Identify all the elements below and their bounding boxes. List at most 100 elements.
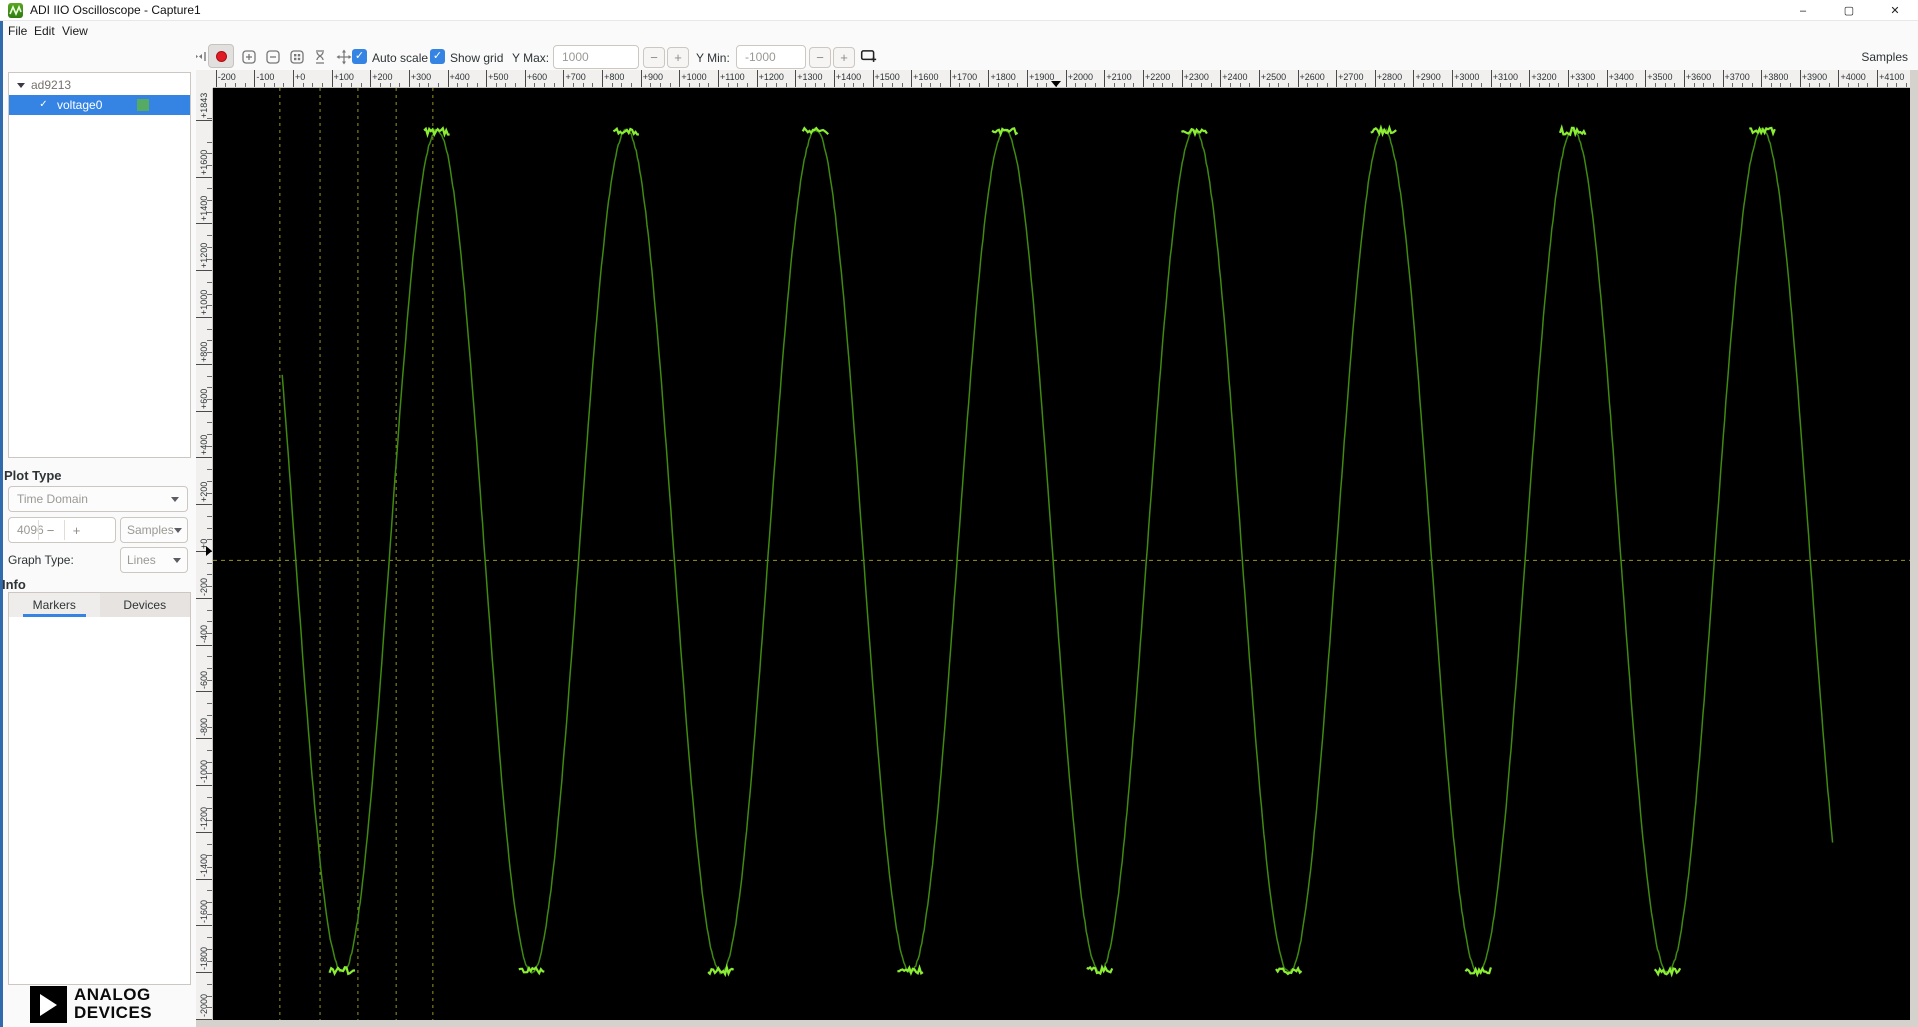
record-button[interactable]: [208, 44, 234, 68]
info-tabs: Markers Devices: [8, 592, 191, 618]
x-axis-minor-tick: [1278, 83, 1280, 87]
y-min-input[interactable]: -1000: [736, 45, 806, 69]
y-min-increment-button[interactable]: +: [833, 47, 855, 68]
title-bar: ADI IIO Oscilloscope - Capture1 – ▢ ✕: [0, 0, 1918, 21]
x-axis-minor-tick: [1519, 83, 1521, 87]
x-axis-minor-tick: [1442, 83, 1444, 87]
chevron-down-icon: [173, 527, 182, 533]
plot-canvas[interactable]: [213, 88, 1910, 1020]
y-axis-minor-tick: [207, 515, 212, 517]
x-axis-tick: [215, 70, 217, 87]
plot-type-value: Time Domain: [17, 492, 88, 506]
x-axis-tick: [1142, 70, 1144, 87]
x-axis-tick-label: +300: [410, 72, 432, 82]
y-max-input[interactable]: 1000: [553, 45, 639, 69]
sample-count-decrement-button[interactable]: −: [38, 520, 62, 540]
menu-file[interactable]: File: [8, 24, 27, 38]
y-axis-minor-tick: [207, 562, 212, 564]
y-axis-minor-tick: [207, 574, 212, 576]
wait-icon[interactable]: [311, 48, 328, 65]
x-axis-tick-label: +1700: [951, 72, 978, 82]
x-axis-minor-tick: [389, 83, 391, 87]
device-row[interactable]: ad9213: [9, 76, 190, 95]
sample-count-increment-button[interactable]: +: [64, 520, 88, 540]
x-axis-minor-tick: [1307, 83, 1309, 87]
menu-view[interactable]: View: [62, 24, 88, 38]
x-axis-minor-tick: [379, 83, 381, 87]
y-axis-minor-tick: [207, 422, 212, 424]
x-axis-minor-tick: [1017, 83, 1019, 87]
x-axis-tick-label: -100: [256, 72, 275, 82]
y-max-increment-button[interactable]: +: [667, 47, 689, 68]
move-icon[interactable]: [335, 48, 352, 65]
y-axis-minor-tick: [207, 469, 212, 471]
y-axis-minor-tick: [207, 749, 212, 751]
y-axis-tick: [196, 223, 212, 225]
y-axis-minor-tick: [207, 960, 212, 962]
y-axis-minor-tick: [207, 668, 212, 669]
x-axis-minor-tick: [1036, 83, 1038, 87]
tab-markers[interactable]: Markers: [9, 593, 100, 617]
y-axis-tick: [196, 738, 212, 740]
x-ruler-pointer-icon: [1051, 81, 1062, 87]
x-axis-minor-tick: [1123, 83, 1125, 87]
channel-color-swatch[interactable]: [137, 99, 149, 111]
x-axis-tick: [293, 70, 294, 87]
x-axis-tick: [1220, 70, 1222, 87]
x-axis-minor-tick: [746, 83, 748, 87]
menu-edit[interactable]: Edit: [34, 24, 55, 38]
close-button[interactable]: ✕: [1872, 0, 1918, 21]
x-axis-minor-tick: [399, 83, 401, 87]
x-axis-tick-label: +1300: [797, 72, 823, 82]
y-axis-minor-tick: [207, 913, 212, 915]
close-icon: ✕: [1890, 5, 1900, 17]
y-axis-minor-tick: [207, 621, 212, 623]
x-axis-minor-tick: [1191, 83, 1193, 87]
y-axis-minor-tick: [207, 890, 212, 892]
channel-checkbox[interactable]: ✓: [37, 98, 50, 111]
vertical-scrollbar[interactable]: [1910, 70, 1918, 1027]
channel-row-voltage0[interactable]: ✓ voltage0: [9, 95, 190, 115]
horizontal-scrollbar[interactable]: [196, 1020, 1910, 1027]
y-axis-minor-tick: [207, 352, 212, 354]
y-max-decrement-button[interactable]: −: [643, 47, 665, 68]
sample-count-input[interactable]: 4096 − +: [8, 517, 116, 543]
y-axis-minor-tick: [207, 796, 212, 798]
y-axis-minor-tick: [207, 679, 212, 681]
y-axis-minor-tick: [207, 328, 212, 330]
maximize-button[interactable]: ▢: [1826, 0, 1872, 21]
tab-devices[interactable]: Devices: [100, 593, 191, 617]
x-axis-minor-tick: [1287, 83, 1289, 87]
x-axis-minor-tick: [1500, 83, 1502, 87]
x-axis-minor-tick: [1510, 83, 1512, 87]
plot-type-dropdown[interactable]: Time Domain: [8, 486, 188, 512]
analog-devices-wordmark: ANALOG DEVICES: [74, 986, 152, 1022]
minimize-button[interactable]: –: [1780, 0, 1826, 21]
sample-unit-dropdown[interactable]: Samples: [120, 517, 188, 543]
y-axis-minor-tick: [207, 1007, 212, 1009]
x-axis-tick: [640, 70, 642, 87]
x-axis-minor-tick: [901, 83, 903, 87]
x-axis-minor-tick: [302, 83, 304, 87]
x-axis-tick-label: +1100: [719, 72, 745, 82]
expander-icon[interactable]: [17, 83, 25, 88]
auto-scale-label: Auto scale: [372, 51, 429, 65]
graph-type-dropdown[interactable]: Lines: [120, 547, 188, 573]
zoom-in-icon[interactable]: [240, 48, 257, 65]
zoom-out-icon[interactable]: [264, 48, 281, 65]
new-plot-icon[interactable]: [860, 47, 877, 64]
x-axis-tick: [1297, 70, 1299, 87]
x-axis-minor-tick: [495, 83, 497, 87]
x-axis-tick: [1336, 70, 1338, 87]
x-axis-tick: [486, 70, 488, 87]
x-axis-tick: [331, 70, 333, 87]
analog-devices-logo: [30, 986, 67, 1023]
y-min-decrement-button[interactable]: −: [809, 47, 831, 68]
x-axis-minor-tick: [853, 83, 855, 87]
zoom-fit-icon[interactable]: [288, 48, 305, 65]
y-axis-tick-label: -1800: [199, 947, 209, 971]
show-grid-checkbox[interactable]: ✓: [430, 49, 445, 64]
y-axis-minor-tick: [207, 258, 212, 260]
x-axis-minor-tick: [1828, 83, 1830, 87]
auto-scale-checkbox[interactable]: ✓: [352, 49, 367, 64]
